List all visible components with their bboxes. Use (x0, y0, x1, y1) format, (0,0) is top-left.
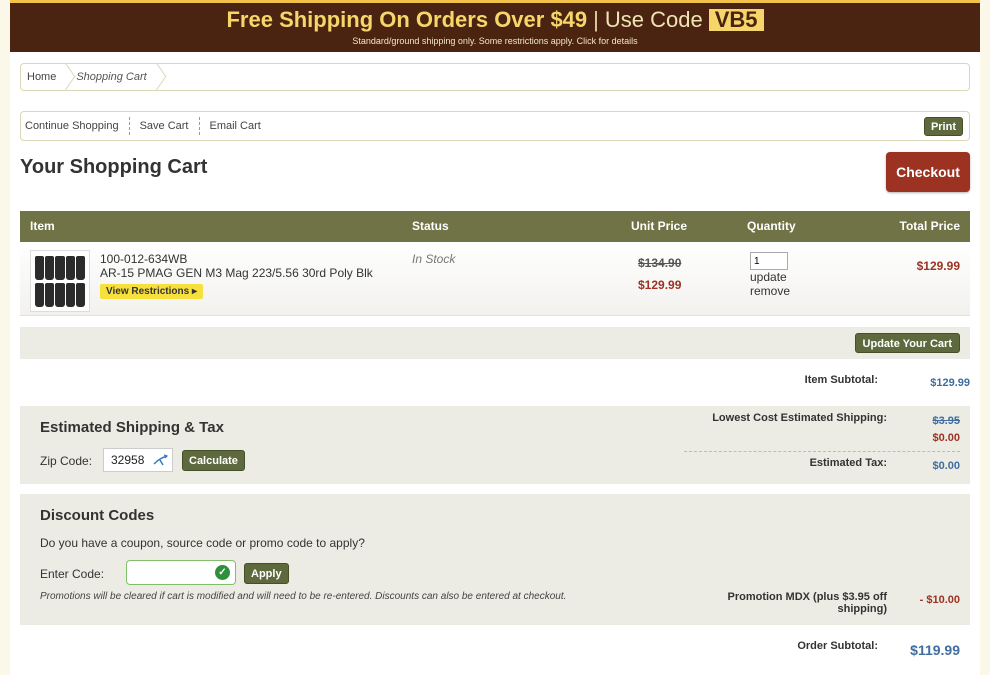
order-subtotal-value: $119.99 (910, 642, 960, 658)
magazine-image-part (75, 283, 85, 307)
print-button[interactable]: Print (923, 117, 963, 136)
calculate-button[interactable]: Calculate (182, 450, 245, 471)
item-status: In Stock (412, 252, 456, 266)
update-cart-bar: Update Your Cart (20, 327, 970, 359)
product-thumbnail[interactable] (30, 250, 90, 312)
update-cart-button[interactable]: Update Your Cart (854, 333, 960, 353)
checkout-button[interactable]: Checkout (886, 152, 970, 192)
banner-code-label: Use Code (604, 7, 703, 32)
breadcrumb: Home Shopping Cart (20, 63, 970, 91)
discount-codes-panel: Discount Codes Do you have a coupon, sou… (20, 494, 970, 625)
item-name-link[interactable]: AR-15 PMAG GEN M3 Mag 223/5.56 30rd Poly… (100, 266, 373, 280)
view-restrictions-button[interactable]: View Restrictions ▸ (100, 284, 203, 299)
discount-question: Do you have a coupon, source code or pro… (40, 536, 365, 550)
promotion-value: - $10.00 (919, 594, 960, 606)
update-quantity-link[interactable]: update (750, 270, 787, 284)
promo-code-badge: VB5 (708, 9, 764, 31)
lowest-shipping-label: Lowest Cost Estimated Shipping: (712, 412, 887, 424)
breadcrumb-separator-icon (60, 64, 70, 90)
continue-shopping-link[interactable]: Continue Shopping (21, 117, 130, 135)
breadcrumb-home-label: Home (27, 71, 57, 83)
shipping-divider (684, 451, 960, 452)
cart-table-header: Item Status Unit Price Quantity Total Pr… (20, 211, 970, 242)
magazine-image-part (75, 256, 85, 280)
item-sale-price: $129.99 (638, 278, 682, 292)
autofill-icon (153, 454, 168, 466)
quantity-input[interactable] (750, 252, 788, 270)
cart-toolbar: Continue Shopping Save Cart Email Cart P… (20, 111, 970, 141)
discount-codes-title: Discount Codes (40, 507, 155, 524)
zip-code-input[interactable]: 32958 (103, 448, 173, 472)
magazine-image-part (45, 256, 55, 280)
page-title: Your Shopping Cart (20, 156, 208, 178)
magazine-image-part (65, 256, 75, 280)
remove-item-link[interactable]: remove (750, 284, 790, 298)
banner-subtext: Standard/ground shipping only. Some rest… (352, 36, 638, 46)
promo-code-input[interactable]: ✓ (126, 560, 236, 585)
page: Free Shipping On Orders Over $49 | Use Cod… (10, 0, 980, 675)
zip-code-value: 32958 (111, 453, 145, 467)
item-total-price: $129.99 (916, 259, 960, 273)
magazine-image-part (65, 283, 75, 307)
cart-item-row: 100-012-634WB AR-15 PMAG GEN M3 Mag 223/… (20, 242, 970, 316)
order-subtotal-label: Order Subtotal: (797, 640, 878, 652)
item-original-price: $134.90 (638, 256, 682, 270)
banner-headline-row: Free Shipping On Orders Over $49 | Use Cod… (10, 8, 980, 32)
shipping-cost: $0.00 (932, 432, 960, 444)
item-subtotal-label: Item Subtotal: (804, 374, 878, 386)
shipping-tax-title: Estimated Shipping & Tax (40, 419, 224, 436)
shipping-original-cost: $3.95 (932, 415, 960, 427)
estimated-tax-value: $0.00 (932, 460, 960, 472)
column-header-status: Status (412, 219, 449, 233)
promotion-label: Promotion MDX (plus $3.95 off shipping) (727, 591, 887, 615)
estimated-tax-label: Estimated Tax: (809, 457, 887, 469)
breadcrumb-current: Shopping Cart (70, 64, 160, 90)
item-subtotal-value: $129.99 (930, 377, 970, 389)
shipping-tax-panel: Estimated Shipping & Tax Zip Code: 32958… (20, 406, 970, 484)
magazine-image-part (35, 256, 45, 280)
column-header-item: Item (30, 219, 55, 233)
item-sku: 100-012-634WB (100, 252, 188, 266)
breadcrumb-current-label: Shopping Cart (76, 71, 147, 83)
magazine-image-part (45, 283, 55, 307)
breadcrumb-end-icon (151, 64, 161, 90)
enter-code-label: Enter Code: (40, 567, 105, 581)
banner-headline: Free Shipping On Orders Over $49 (226, 7, 588, 32)
free-shipping-banner[interactable]: Free Shipping On Orders Over $49 | Use Cod… (10, 0, 980, 52)
column-header-unit-price: Unit Price (631, 219, 688, 233)
column-header-quantity: Quantity (747, 219, 796, 233)
breadcrumb-home[interactable]: Home (21, 64, 70, 90)
save-cart-link[interactable]: Save Cart (130, 117, 200, 135)
valid-check-icon: ✓ (215, 565, 230, 580)
magazine-image-part (55, 283, 65, 307)
banner-separator: | (593, 7, 599, 32)
apply-code-button[interactable]: Apply (244, 563, 289, 584)
email-cart-link[interactable]: Email Cart (200, 117, 271, 135)
zip-code-label: Zip Code: (40, 454, 93, 468)
magazine-image-part (55, 256, 65, 280)
discount-note: Promotions will be cleared if cart is mo… (40, 591, 567, 602)
column-header-total-price: Total Price (899, 219, 960, 233)
magazine-image-part (35, 283, 45, 307)
